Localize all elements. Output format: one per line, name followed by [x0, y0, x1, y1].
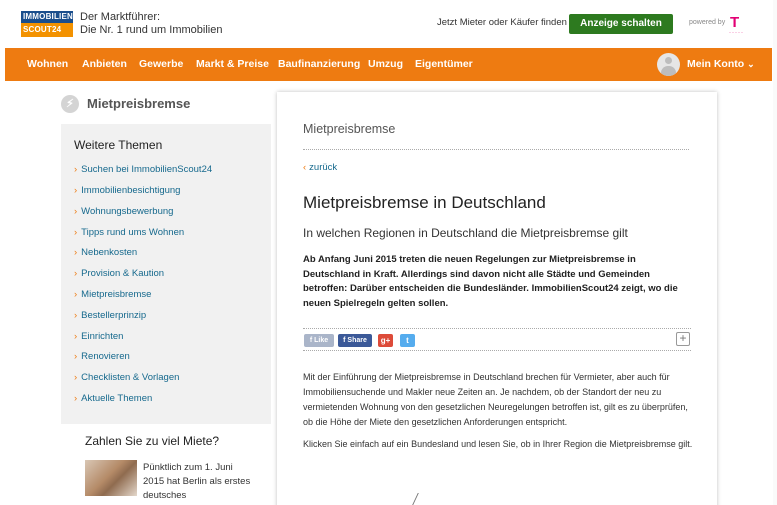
logo-line-2: SCOUT24 [21, 23, 73, 37]
nav-item-umzug[interactable]: Umzug [368, 48, 403, 81]
avatar-icon [657, 53, 680, 76]
page-scrollbar[interactable] [773, 0, 777, 505]
chevron-right-icon: › [74, 185, 78, 196]
sidebar-item-mietpreisbremse[interactable]: › Mietpreisbremse [74, 289, 269, 300]
teaser-title: Zahlen Sie zu viel Miete? [85, 434, 220, 448]
article-paragraph-1: Mit der Einführung der Mietpreisbremse i… [303, 372, 688, 427]
lightning-icon: ⚡︎ [61, 95, 79, 113]
sidebar-section-header: ⚡︎ Mietpreisbremse [61, 95, 271, 121]
more-share-icon[interactable]: + [676, 332, 690, 346]
sidebar-item-bestellerprinzip[interactable]: › Bestellerprinzip [74, 310, 269, 321]
main-navigation: Wohnen Anbieten Gewerbe Markt & Preise B… [5, 48, 772, 81]
telekom-dots-icon: ····· [729, 30, 744, 36]
sidebar-item-tipps[interactable]: › Tipps rund ums Wohnen [74, 227, 269, 238]
sidebar-panel: Weitere Themen › Suchen bei ImmobilienSco… [61, 124, 271, 424]
article-paragraph-2: Klicken Sie einfach auf ein Bundesland u… [303, 439, 693, 449]
facebook-like-button[interactable]: f Like [304, 334, 334, 347]
article-subheadline: In welchen Regionen in Deutschland die M… [303, 226, 628, 240]
account-label: Mein Konto ⌄ [687, 58, 755, 70]
chevron-right-icon: › [74, 393, 78, 404]
themes-title: Weitere Themen [74, 138, 163, 152]
chevron-right-icon: › [74, 206, 78, 217]
nav-item-baufinanzierung[interactable]: Baufinanzierung [278, 48, 360, 81]
share-bar: f Like f Share g+ t + [303, 328, 691, 351]
nav-item-wohnen[interactable]: Wohnen [27, 48, 68, 81]
chevron-right-icon: › [74, 247, 78, 258]
teaser-image[interactable] [85, 460, 137, 496]
chevron-right-icon: › [74, 351, 78, 362]
chevron-right-icon: › [74, 227, 78, 238]
divider [303, 149, 689, 150]
sidebar-item-provision[interactable]: › Provision & Kaution [74, 268, 269, 279]
chevron-right-icon: › [74, 289, 78, 300]
chevron-right-icon: › [74, 268, 78, 279]
chevron-down-icon: ⌄ [747, 59, 755, 69]
top-header: IMMOBILIEN SCOUT24 Der Marktführer: Die … [0, 0, 777, 48]
sidebar-item-nebenkosten[interactable]: › Nebenkosten [74, 247, 269, 258]
nav-item-eigentuemer[interactable]: Eigentümer [415, 48, 473, 81]
chevron-left-icon: ‹ [303, 162, 307, 173]
tagline: Der Marktführer: Die Nr. 1 rund um Immob… [80, 11, 222, 37]
sidebar-section-title: Mietpreisbremse [87, 96, 191, 111]
back-link[interactable]: ‹ zurück [303, 162, 337, 173]
nav-item-anbieten[interactable]: Anbieten [82, 48, 127, 81]
teaser-text[interactable]: Pünktlich zum 1. Juni 2015 hat Berlin al… [143, 461, 253, 503]
immobilienscout24-logo[interactable]: IMMOBILIEN SCOUT24 [21, 11, 73, 37]
sidebar-item-aktuelle-themen[interactable]: › Aktuelle Themen [74, 393, 269, 404]
tagline-line-1: Der Marktführer: [80, 11, 161, 23]
chevron-right-icon: › [74, 331, 78, 342]
card-title: Mietpreisbremse [303, 122, 396, 136]
nav-item-gewerbe[interactable]: Gewerbe [139, 48, 183, 81]
article-headline: Mietpreisbremse in Deutschland [303, 193, 546, 212]
article-lead: Ab Anfang Juni 2015 treten die neuen Reg… [303, 254, 678, 309]
chevron-right-icon: › [74, 310, 78, 321]
article-card: Mietpreisbremse ‹ zurück Mietpreisbremse … [277, 92, 717, 505]
tagline-line-2: Die Nr. 1 rund um Immobilien [80, 24, 223, 36]
facebook-share-button[interactable]: f Share [338, 334, 372, 347]
powered-by-label: powered by [689, 19, 726, 26]
chevron-right-icon: › [74, 372, 78, 383]
sidebar-item-einrichten[interactable]: › Einrichten [74, 331, 269, 342]
twitter-icon[interactable]: t [400, 334, 415, 347]
place-ad-button[interactable]: Anzeige schalten [569, 14, 673, 34]
chevron-right-icon: › [74, 164, 78, 175]
find-tenant-link[interactable]: Jetzt Mieter oder Käufer finden [437, 17, 567, 28]
sidebar-item-suchen[interactable]: › Suchen bei ImmobilienScout24 [74, 164, 269, 175]
logo-line-1: IMMOBILIEN [21, 11, 73, 23]
sidebar-item-bewerbung[interactable]: › Wohnungsbewerbung [74, 206, 269, 217]
sidebar-item-renovieren[interactable]: › Renovieren [74, 351, 269, 362]
google-plus-icon[interactable]: g+ [378, 334, 393, 347]
map-outline[interactable] [412, 493, 432, 505]
sidebar-item-besichtigung[interactable]: › Immobilienbesichtigung [74, 185, 269, 196]
sidebar-item-checklisten[interactable]: › Checklisten & Vorlagen [74, 372, 269, 383]
nav-item-markt-preise[interactable]: Markt & Preise [196, 48, 269, 81]
